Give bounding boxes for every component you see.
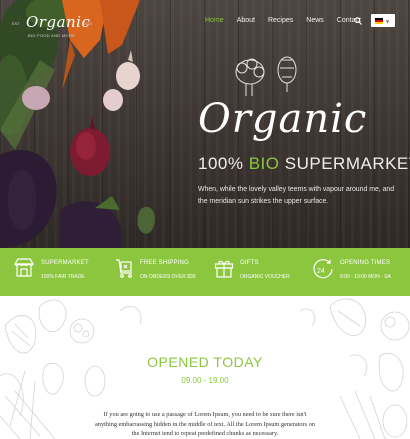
feature-gifts: GIFTS ORGANIC VOUCHER xyxy=(214,258,304,288)
hero-tagline: 100% BIO SUPERMARKET xyxy=(198,154,410,174)
svg-text:24: 24 xyxy=(317,268,325,275)
nav-recipes[interactable]: Recipes xyxy=(268,17,293,24)
feature-title: SUPERMARKET xyxy=(41,260,89,266)
nav-about[interactable]: About xyxy=(237,17,255,24)
nav-news[interactable]: News xyxy=(306,17,324,24)
feature-subtitle: ORGANIC VOUCHER xyxy=(240,274,290,280)
logo-right-text: 2015 xyxy=(83,21,92,26)
opened-title: OPENED TODAY xyxy=(147,354,263,370)
logo-tagline: BIO FOOD AND MORE xyxy=(28,33,76,38)
hero-tag-prefix: 100% xyxy=(198,154,244,173)
logo-word: Organic xyxy=(26,13,91,31)
feature-title: FREE SHIPPING xyxy=(140,260,189,266)
hero-tag-accent: BIO xyxy=(248,154,280,173)
main-nav: Home About Recipes News Contact xyxy=(205,17,374,24)
hero-description: When, while the lovely valley teems with… xyxy=(198,186,395,205)
shipping-box-icon xyxy=(116,259,132,278)
language-selector[interactable]: ▼ xyxy=(371,14,395,27)
german-flag-icon xyxy=(375,18,383,24)
feature-bar: SUPERMARKET 100% FAIR TRADE FREE SHIPPIN… xyxy=(0,248,410,296)
feature-subtitle: 9:00 - 19:00 MON - SA xyxy=(340,274,391,280)
hero-section: EST Organic 2015 BIO FOOD AND MORE Home … xyxy=(0,0,410,248)
feature-subtitle: 100% FAIR TRADE xyxy=(41,274,85,280)
gift-icon xyxy=(214,260,234,278)
hero-title: Organic xyxy=(198,96,368,142)
opening-section: OPENED TODAY 09.00 - 19.00 If you are go… xyxy=(0,296,410,439)
site-logo[interactable]: EST Organic 2015 BIO FOOD AND MORE xyxy=(12,13,92,39)
opened-hours: 09.00 - 19.00 xyxy=(181,376,229,385)
feature-shipping: FREE SHIPPING ON ORDERS OVER $99 xyxy=(115,258,210,288)
chevron-down-icon: ▼ xyxy=(386,19,390,24)
feature-subtitle: ON ORDERS OVER $99 xyxy=(140,274,196,280)
feature-opening-times: 24 OPENING TIMES 9:00 - 19:00 MON - SA xyxy=(312,258,408,288)
logo-left-text: EST xyxy=(12,21,20,26)
feature-supermarket: SUPERMARKET 100% FAIR TRADE xyxy=(14,258,104,288)
search-icon[interactable] xyxy=(354,17,362,25)
opened-text: If you are going to use a passage of Lor… xyxy=(95,411,315,438)
nav-home[interactable]: Home xyxy=(205,17,224,24)
feature-title: OPENING TIMES xyxy=(340,260,391,266)
market-stall-icon xyxy=(14,258,34,277)
feature-title: GIFTS xyxy=(240,260,259,266)
hero-tag-suffix: SUPERMARKET xyxy=(284,154,410,173)
clock-24-icon: 24 xyxy=(313,259,333,279)
